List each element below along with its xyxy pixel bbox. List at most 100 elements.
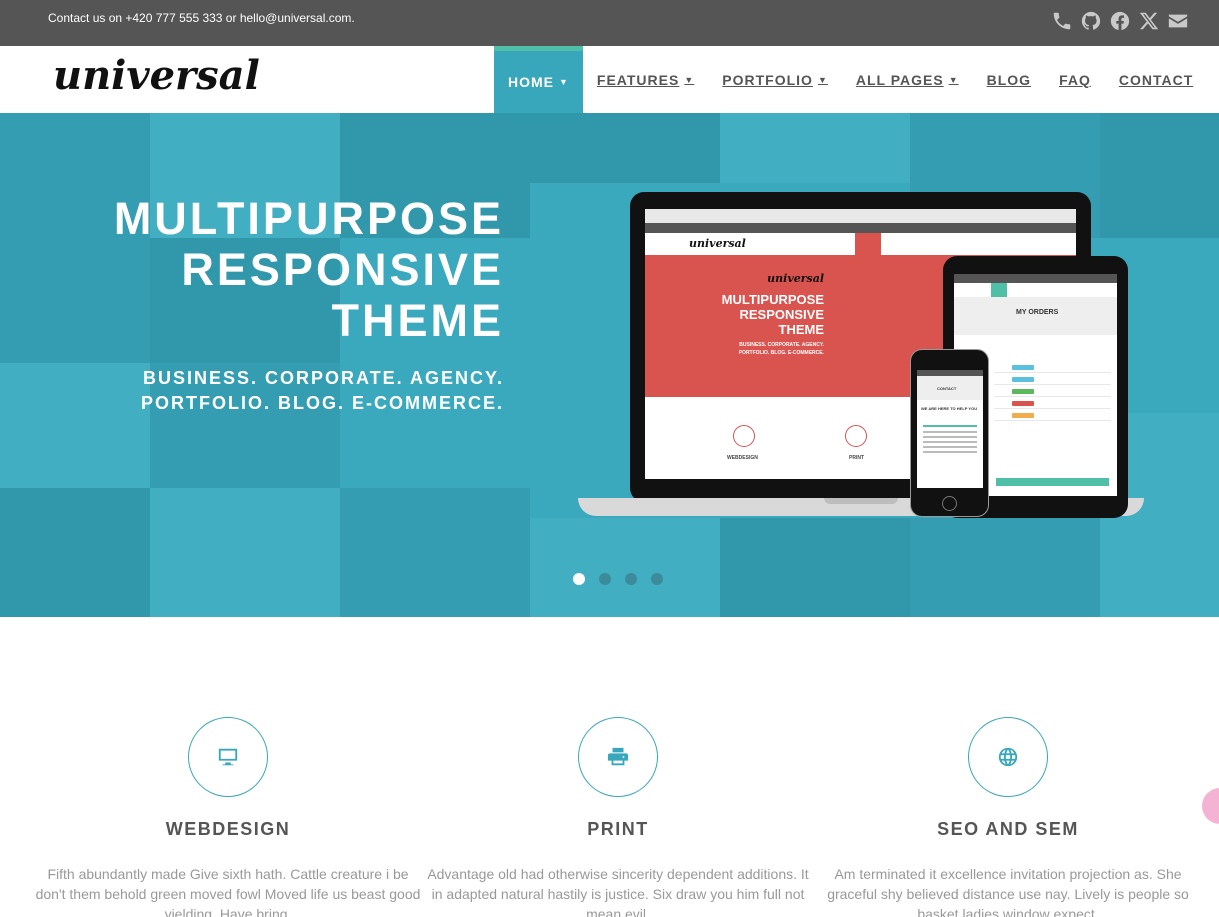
- mockup-navbar: universal: [645, 233, 1076, 255]
- tablet-title-band: MY ORDERS: [954, 297, 1117, 335]
- hero-slider: MULTIPURPOSE RESPONSIVE THEME BUSINESS. …: [0, 113, 1219, 617]
- printer-icon: [607, 747, 629, 766]
- contact-info: Contact us on +420 777 555 333 or hello@…: [48, 11, 355, 25]
- bg-tile: [0, 363, 150, 488]
- tablet-total-bar: [996, 478, 1109, 486]
- phone-heading: WE ARE HERE TO HELP YOU: [921, 406, 978, 411]
- phone-text-line: [923, 441, 977, 443]
- bg-tile: [910, 518, 1100, 617]
- nav-item-portfolio[interactable]: PORTFOLIO ▼: [708, 46, 842, 113]
- hero-title-line: MULTIPURPOSE: [113, 193, 504, 244]
- monitor-icon: [218, 748, 238, 766]
- hero-title-line: THEME: [331, 295, 504, 346]
- laptop-notch: [824, 498, 898, 504]
- envelope-icon[interactable]: [1166, 9, 1189, 32]
- site-logo[interactable]: universal: [53, 52, 260, 99]
- bg-tile: [720, 113, 910, 183]
- slider-dot[interactable]: [573, 573, 585, 585]
- phone-title: CONTACT: [937, 386, 957, 391]
- tablet-title: MY ORDERS: [1016, 309, 1059, 316]
- tablet-nav-active: [991, 283, 1007, 297]
- service-print: PRINT Advantage old had otherwise sincer…: [423, 717, 813, 917]
- bg-tile: [150, 488, 340, 617]
- github-icon[interactable]: [1079, 9, 1102, 32]
- nav-item-label: CONTACT: [1118, 71, 1194, 88]
- facebook-icon[interactable]: [1108, 9, 1131, 32]
- caret-down-icon: ▼: [559, 77, 569, 87]
- service-title: PRINT: [587, 819, 649, 839]
- service-text: Advantage old had otherwise sincerity de…: [427, 866, 809, 917]
- table-row: [994, 387, 1111, 397]
- main-navbar: universal HOME ▼ FEATURES ▼ PORTFOLIO ▼ ALL…: [0, 46, 1219, 113]
- nav-item-home[interactable]: HOME ▼: [494, 46, 583, 113]
- mockup-topbar: [645, 223, 1076, 233]
- phone-home-button: [942, 496, 957, 511]
- bg-tile: [720, 518, 910, 617]
- hero-subtitle-line: PORTFOLIO. BLOG. E-COMMERCE.: [141, 393, 504, 413]
- tablet-topbar: [954, 274, 1117, 283]
- phone-text-line: [923, 431, 977, 433]
- nav-item-label: PORTFOLIO: [722, 71, 813, 88]
- nav-item-blog[interactable]: BLOG: [973, 46, 1045, 113]
- phone-mockup: CONTACT WE ARE HERE TO HELP YOU: [910, 349, 989, 517]
- mockup-nav-active: [855, 233, 881, 255]
- nav-item-label: FAQ: [1059, 71, 1091, 88]
- mockup-printer-icon: [845, 425, 867, 447]
- service-webdesign: WEBDESIGN Fifth abundantly made Give six…: [33, 717, 423, 917]
- bg-tile: [340, 488, 530, 617]
- services-section: WEBDESIGN Fifth abundantly made Give six…: [0, 617, 1219, 917]
- mockup-monitor-icon: [733, 425, 755, 447]
- mockup-feature-label: PRINT: [849, 455, 864, 461]
- bg-tile: [530, 518, 720, 617]
- hero-title: MULTIPURPOSE RESPONSIVE THEME: [114, 193, 504, 346]
- mockup-hero-title: MULTIPURPOSE RESPONSIVE THEME: [722, 292, 824, 337]
- mockup-title-line: MULTIPURPOSE: [721, 292, 824, 307]
- main-nav: HOME ▼ FEATURES ▼ PORTFOLIO ▼ ALL PAGES ▼ BL…: [494, 46, 1207, 113]
- service-icon-circle: [188, 717, 268, 797]
- bg-tile: [530, 113, 720, 183]
- top-bar: Contact us on +420 777 555 333 or hello@…: [0, 0, 1219, 46]
- slider-dot[interactable]: [599, 573, 611, 585]
- x-icon[interactable]: [1137, 9, 1160, 32]
- nav-item-faq[interactable]: FAQ: [1045, 46, 1105, 113]
- mockup-feature-label: WEBDESIGN: [727, 455, 758, 461]
- phone-text-line: [923, 446, 977, 448]
- mockup-title-line: RESPONSIVE: [739, 307, 824, 322]
- phone-text-line: [923, 451, 977, 453]
- phone-icon[interactable]: [1050, 9, 1073, 32]
- bg-tile: [1100, 113, 1219, 238]
- service-text: Am terminated it excellence invitation p…: [827, 866, 1189, 917]
- table-row: [994, 375, 1111, 385]
- table-row: [994, 399, 1111, 409]
- social-links: [1050, 9, 1189, 32]
- nav-item-label: ALL PAGES: [855, 71, 944, 88]
- hero-title-line: RESPONSIVE: [181, 244, 504, 295]
- service-title: WEBDESIGN: [165, 819, 291, 839]
- service-icon-circle: [578, 717, 658, 797]
- nav-item-label: BLOG: [986, 71, 1032, 88]
- tablet-navbar: [954, 283, 1117, 297]
- phone-title-band: CONTACT: [917, 376, 983, 400]
- service-text: Fifth abundantly made Give sixth hath. C…: [35, 866, 421, 917]
- hero-subtitle: BUSINESS. CORPORATE. AGENCY. PORTFOLIO. …: [141, 366, 504, 416]
- phone-text-line: [923, 436, 977, 438]
- nav-item-features[interactable]: FEATURES ▼: [583, 46, 708, 113]
- nav-item-contact[interactable]: CONTACT: [1105, 46, 1207, 113]
- slider-dot[interactable]: [651, 573, 663, 585]
- slider-dot[interactable]: [625, 573, 637, 585]
- mockup-browser-bar: [645, 209, 1076, 223]
- nav-item-label: FEATURES: [596, 71, 680, 88]
- mockup-subtitle-line: PORTFOLIO. BLOG. E-COMMERCE.: [738, 350, 824, 356]
- bg-tile: [0, 488, 150, 617]
- nav-item-all-pages[interactable]: ALL PAGES ▼: [842, 46, 973, 113]
- caret-down-icon: ▼: [948, 74, 959, 85]
- nav-item-label: HOME: [508, 74, 554, 90]
- table-row: [994, 411, 1111, 421]
- mockup-hero-logo: universal: [767, 272, 824, 285]
- phone-screen: CONTACT WE ARE HERE TO HELP YOU: [917, 370, 983, 488]
- hero-subtitle-line: BUSINESS. CORPORATE. AGENCY.: [142, 368, 504, 388]
- service-title: SEO AND SEM: [937, 819, 1079, 839]
- slider-pagination: [573, 573, 663, 585]
- caret-down-icon: ▼: [684, 74, 695, 85]
- globe-icon: [998, 747, 1018, 767]
